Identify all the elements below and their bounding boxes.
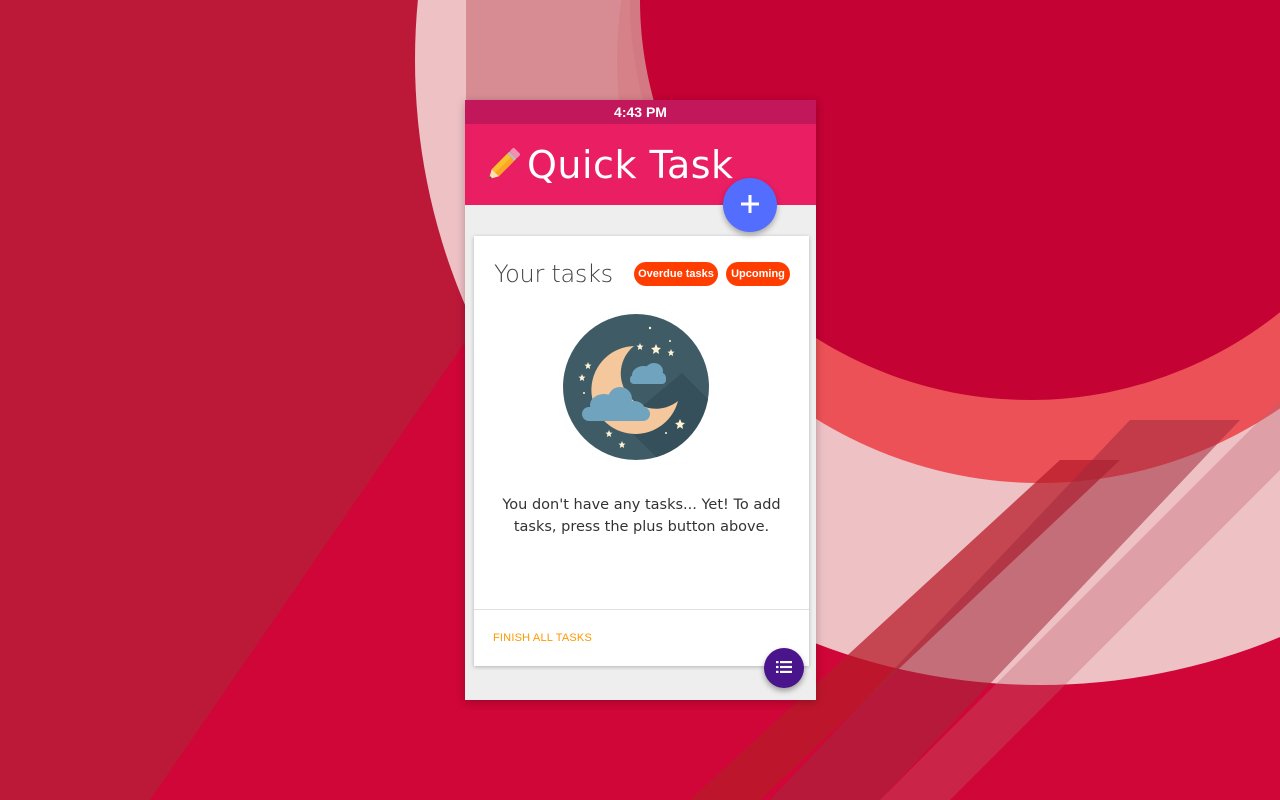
- status-bar: 4:43 PM: [465, 100, 816, 124]
- app-title: Quick Task: [527, 142, 734, 187]
- list-icon: [776, 660, 792, 677]
- finish-all-tasks-button[interactable]: FINISH ALL TASKS: [493, 632, 592, 644]
- card-header: Your tasks Overdue tasks Upcoming: [474, 236, 809, 311]
- card-divider: [474, 609, 809, 610]
- card-title: Your tasks: [494, 260, 613, 288]
- overdue-tasks-chip[interactable]: Overdue tasks: [634, 262, 718, 286]
- add-task-button[interactable]: [723, 178, 777, 232]
- upcoming-chip[interactable]: Upcoming: [726, 262, 790, 286]
- task-list-button[interactable]: [764, 648, 804, 688]
- empty-tasks-message: You don't have any tasks... Yet! To add …: [502, 497, 781, 535]
- phone-frame: 4:43 PM Quick Task Your tasks Overdue ta…: [465, 100, 816, 700]
- tasks-card: Your tasks Overdue tasks Upcoming You do…: [474, 236, 809, 666]
- plus-icon: [739, 193, 761, 218]
- pencil-icon: [481, 143, 525, 187]
- moon-night-icon: [562, 313, 710, 461]
- app-bar: Quick Task: [465, 124, 816, 232]
- status-time: 4:43 PM: [614, 104, 667, 120]
